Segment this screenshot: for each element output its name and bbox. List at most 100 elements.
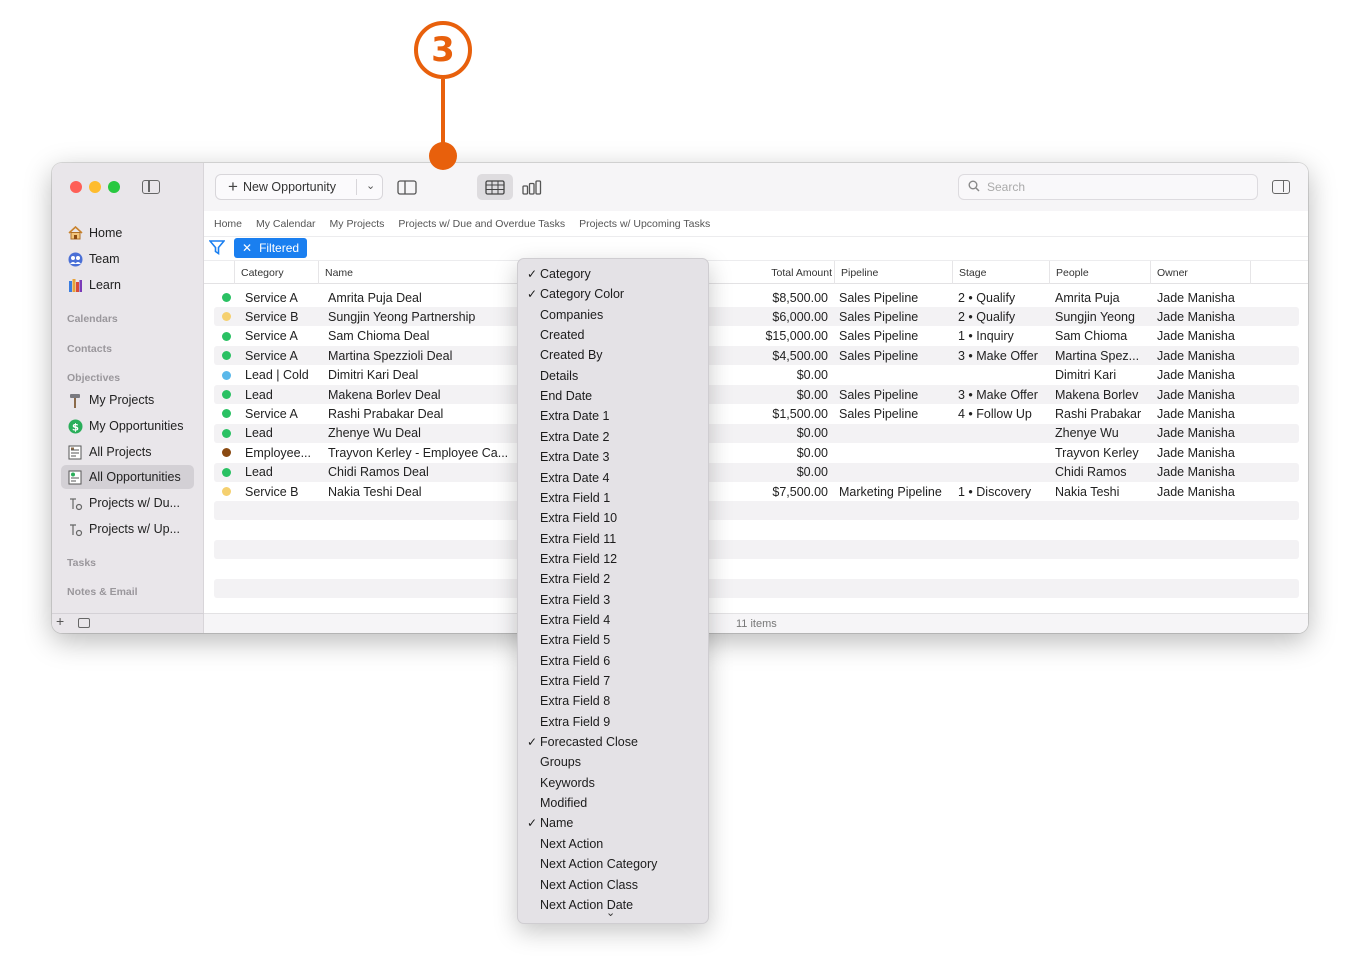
cell-pipeline: Sales Pipeline bbox=[839, 290, 919, 305]
search-icon bbox=[968, 180, 980, 195]
table-row[interactable]: Service A Sam Chioma Deal $15,000.00 Sales … bbox=[214, 327, 1299, 346]
sidebar-item-all-opportunities[interactable]: All Opportunities bbox=[61, 465, 194, 489]
menu-item-groups[interactable]: Groups bbox=[518, 752, 708, 772]
cell-name: Amrita Puja Deal bbox=[328, 290, 422, 305]
calendar-small-icon[interactable] bbox=[78, 618, 90, 628]
menu-item-extra-field-4[interactable]: Extra Field 4 bbox=[518, 610, 708, 630]
add-icon[interactable]: + bbox=[56, 613, 64, 629]
column-header-people[interactable]: People bbox=[1049, 261, 1151, 284]
menu-item-extra-date-1[interactable]: Extra Date 1 bbox=[518, 406, 708, 426]
menu-item-category-color[interactable]: ✓ Category Color bbox=[518, 284, 708, 304]
column-header-stage[interactable]: Stage bbox=[952, 261, 1049, 284]
menu-item-details[interactable]: Details bbox=[518, 366, 708, 386]
menu-item-extra-field-7[interactable]: Extra Field 7 bbox=[518, 671, 708, 691]
table-row[interactable]: Service A Amrita Puja Deal $8,500.00 Sales … bbox=[214, 288, 1299, 307]
menu-item-extra-field-3[interactable]: Extra Field 3 bbox=[518, 590, 708, 610]
menu-item-next-action-class[interactable]: Next Action Class bbox=[518, 875, 708, 895]
menu-item-next-action[interactable]: Next Action bbox=[518, 834, 708, 854]
cell-pipeline: Sales Pipeline bbox=[839, 329, 919, 344]
filter-funnel-icon[interactable] bbox=[208, 240, 226, 260]
column-header-pipeline[interactable]: Pipeline bbox=[834, 261, 952, 284]
column-header-total-amount[interactable]: Total Amount bbox=[726, 261, 836, 284]
sidebar-item-my-projects[interactable]: My Projects bbox=[61, 388, 194, 412]
cell-category: Employee... bbox=[245, 445, 312, 460]
breadcrumb-my-calendar[interactable]: My Calendar bbox=[256, 218, 316, 230]
table-row[interactable]: Lead | Cold Dimitri Kari Deal $0.00 Dimitri… bbox=[214, 366, 1299, 385]
table-view-button[interactable] bbox=[477, 174, 513, 200]
minimize-window-button[interactable] bbox=[89, 181, 101, 193]
chevron-down-icon[interactable]: ⌄ bbox=[366, 179, 375, 192]
menu-item-extra-date-3[interactable]: Extra Date 3 bbox=[518, 447, 708, 467]
cell-category: Lead bbox=[245, 465, 273, 480]
menu-item-extra-field-6[interactable]: Extra Field 6 bbox=[518, 651, 708, 671]
sidebar-toggle-icon[interactable] bbox=[142, 180, 160, 194]
menu-item-companies[interactable]: Companies bbox=[518, 305, 708, 325]
filtered-badge[interactable]: ✕ Filtered bbox=[234, 238, 308, 258]
table-row[interactable]: Employee... Trayvon Kerley - Employee Ca.… bbox=[214, 443, 1299, 462]
column-header-owner[interactable]: Owner bbox=[1150, 261, 1250, 284]
sidebar-item-learn[interactable]: Learn bbox=[61, 273, 194, 297]
table-row[interactable]: Lead Makena Borlev Deal $0.00 Sales Pipelin… bbox=[214, 385, 1299, 404]
breadcrumb-home[interactable]: Home bbox=[214, 218, 242, 230]
breadcrumb-my-projects[interactable]: My Projects bbox=[330, 218, 385, 230]
sidebar-item-all-projects[interactable]: All Projects bbox=[61, 440, 194, 464]
section-header-notes-email[interactable]: Notes & Email bbox=[67, 586, 138, 598]
table-row[interactable]: Lead Chidi Ramos Deal $0.00 Chidi Ramos Jade… bbox=[214, 462, 1299, 482]
menu-item-modified[interactable]: Modified bbox=[518, 793, 708, 813]
new-opportunity-button[interactable]: + New Opportunity ⌄ bbox=[215, 174, 383, 200]
cell-category: Lead bbox=[245, 387, 273, 402]
zoom-window-button[interactable] bbox=[108, 181, 120, 193]
menu-item-extra-field-8[interactable]: Extra Field 8 bbox=[518, 691, 708, 711]
search-field[interactable]: Search bbox=[958, 174, 1258, 200]
sidebar-item-team[interactable]: Team bbox=[61, 247, 194, 271]
menu-item-label: End Date bbox=[540, 389, 593, 404]
board-view-button[interactable] bbox=[514, 174, 550, 200]
menu-item-extra-field-9[interactable]: Extra Field 9 bbox=[518, 712, 708, 732]
sidebar-item-projects-due[interactable]: Projects w/ Du... bbox=[61, 491, 194, 515]
sidebar-item-my-opportunities[interactable]: $ My Opportunities bbox=[61, 414, 194, 438]
menu-item-next-action-category[interactable]: Next Action Category bbox=[518, 854, 708, 874]
menu-item-extra-field-1[interactable]: Extra Field 1 bbox=[518, 488, 708, 508]
menu-item-created[interactable]: Created bbox=[518, 325, 708, 345]
sidebar-item-label: Projects w/ Up... bbox=[89, 522, 180, 536]
breadcrumb-projects-due[interactable]: Projects w/ Due and Overdue Tasks bbox=[398, 218, 565, 230]
cell-owner: Jade Manisha bbox=[1157, 290, 1235, 305]
menu-item-label: Groups bbox=[540, 755, 581, 770]
section-header-tasks[interactable]: Tasks bbox=[67, 557, 96, 569]
table-row[interactable]: Service B Nakia Teshi Deal $7,500.00 Market… bbox=[214, 482, 1299, 501]
close-window-button[interactable] bbox=[70, 181, 82, 193]
menu-item-forecasted-close[interactable]: ✓ Forecasted Close bbox=[518, 732, 708, 752]
task-icon bbox=[67, 521, 83, 537]
table-row[interactable]: Service B Sungjin Yeong Partnership $6,000… bbox=[214, 307, 1299, 327]
menu-item-extra-field-11[interactable]: Extra Field 11 bbox=[518, 529, 708, 549]
table-row[interactable]: Service A Rashi Prabakar Deal $1,500.00 Sal… bbox=[214, 404, 1299, 423]
breadcrumb-projects-upcoming[interactable]: Projects w/ Upcoming Tasks bbox=[579, 218, 710, 230]
menu-item-created-by[interactable]: Created By bbox=[518, 345, 708, 365]
menu-item-extra-date-4[interactable]: Extra Date 4 bbox=[518, 468, 708, 488]
menu-item-extra-date-2[interactable]: Extra Date 2 bbox=[518, 427, 708, 447]
callout-dot bbox=[429, 142, 457, 170]
menu-item-end-date[interactable]: End Date bbox=[518, 386, 708, 406]
section-header-calendars[interactable]: Calendars bbox=[67, 313, 118, 325]
menu-item-extra-field-2[interactable]: Extra Field 2 bbox=[518, 569, 708, 589]
column-header-name[interactable]: Name bbox=[318, 261, 518, 284]
split-view-button[interactable] bbox=[389, 174, 425, 200]
menu-item-category[interactable]: ✓ Category bbox=[518, 264, 708, 284]
table-row[interactable]: Lead Zhenye Wu Deal $0.00 Zhenye Wu Jade Man… bbox=[214, 423, 1299, 443]
breadcrumb: Home My Calendar My Projects Projects w/… bbox=[204, 211, 1308, 237]
menu-item-extra-field-5[interactable]: Extra Field 5 bbox=[518, 630, 708, 650]
table-row[interactable]: Service A Martina Spezzioli Deal $4,500.00… bbox=[214, 346, 1299, 366]
menu-item-name[interactable]: ✓ Name bbox=[518, 813, 708, 833]
menu-item-extra-field-12[interactable]: Extra Field 12 bbox=[518, 549, 708, 569]
sidebar-item-home[interactable]: Home bbox=[61, 221, 194, 245]
inspector-toggle-icon[interactable] bbox=[1272, 180, 1290, 194]
clear-filter-icon[interactable]: ✕ bbox=[242, 241, 252, 255]
section-header-objectives[interactable]: Objectives bbox=[67, 372, 120, 384]
cell-owner: Jade Manisha bbox=[1157, 484, 1235, 499]
sidebar-item-projects-upcoming[interactable]: Projects w/ Up... bbox=[61, 517, 194, 541]
section-header-contacts[interactable]: Contacts bbox=[67, 343, 112, 355]
column-header-category[interactable]: Category bbox=[234, 261, 318, 284]
menu-item-extra-field-10[interactable]: Extra Field 10 bbox=[518, 508, 708, 528]
menu-item-keywords[interactable]: Keywords bbox=[518, 773, 708, 793]
menu-item-next-action-date[interactable]: Next Action Date bbox=[518, 895, 708, 915]
